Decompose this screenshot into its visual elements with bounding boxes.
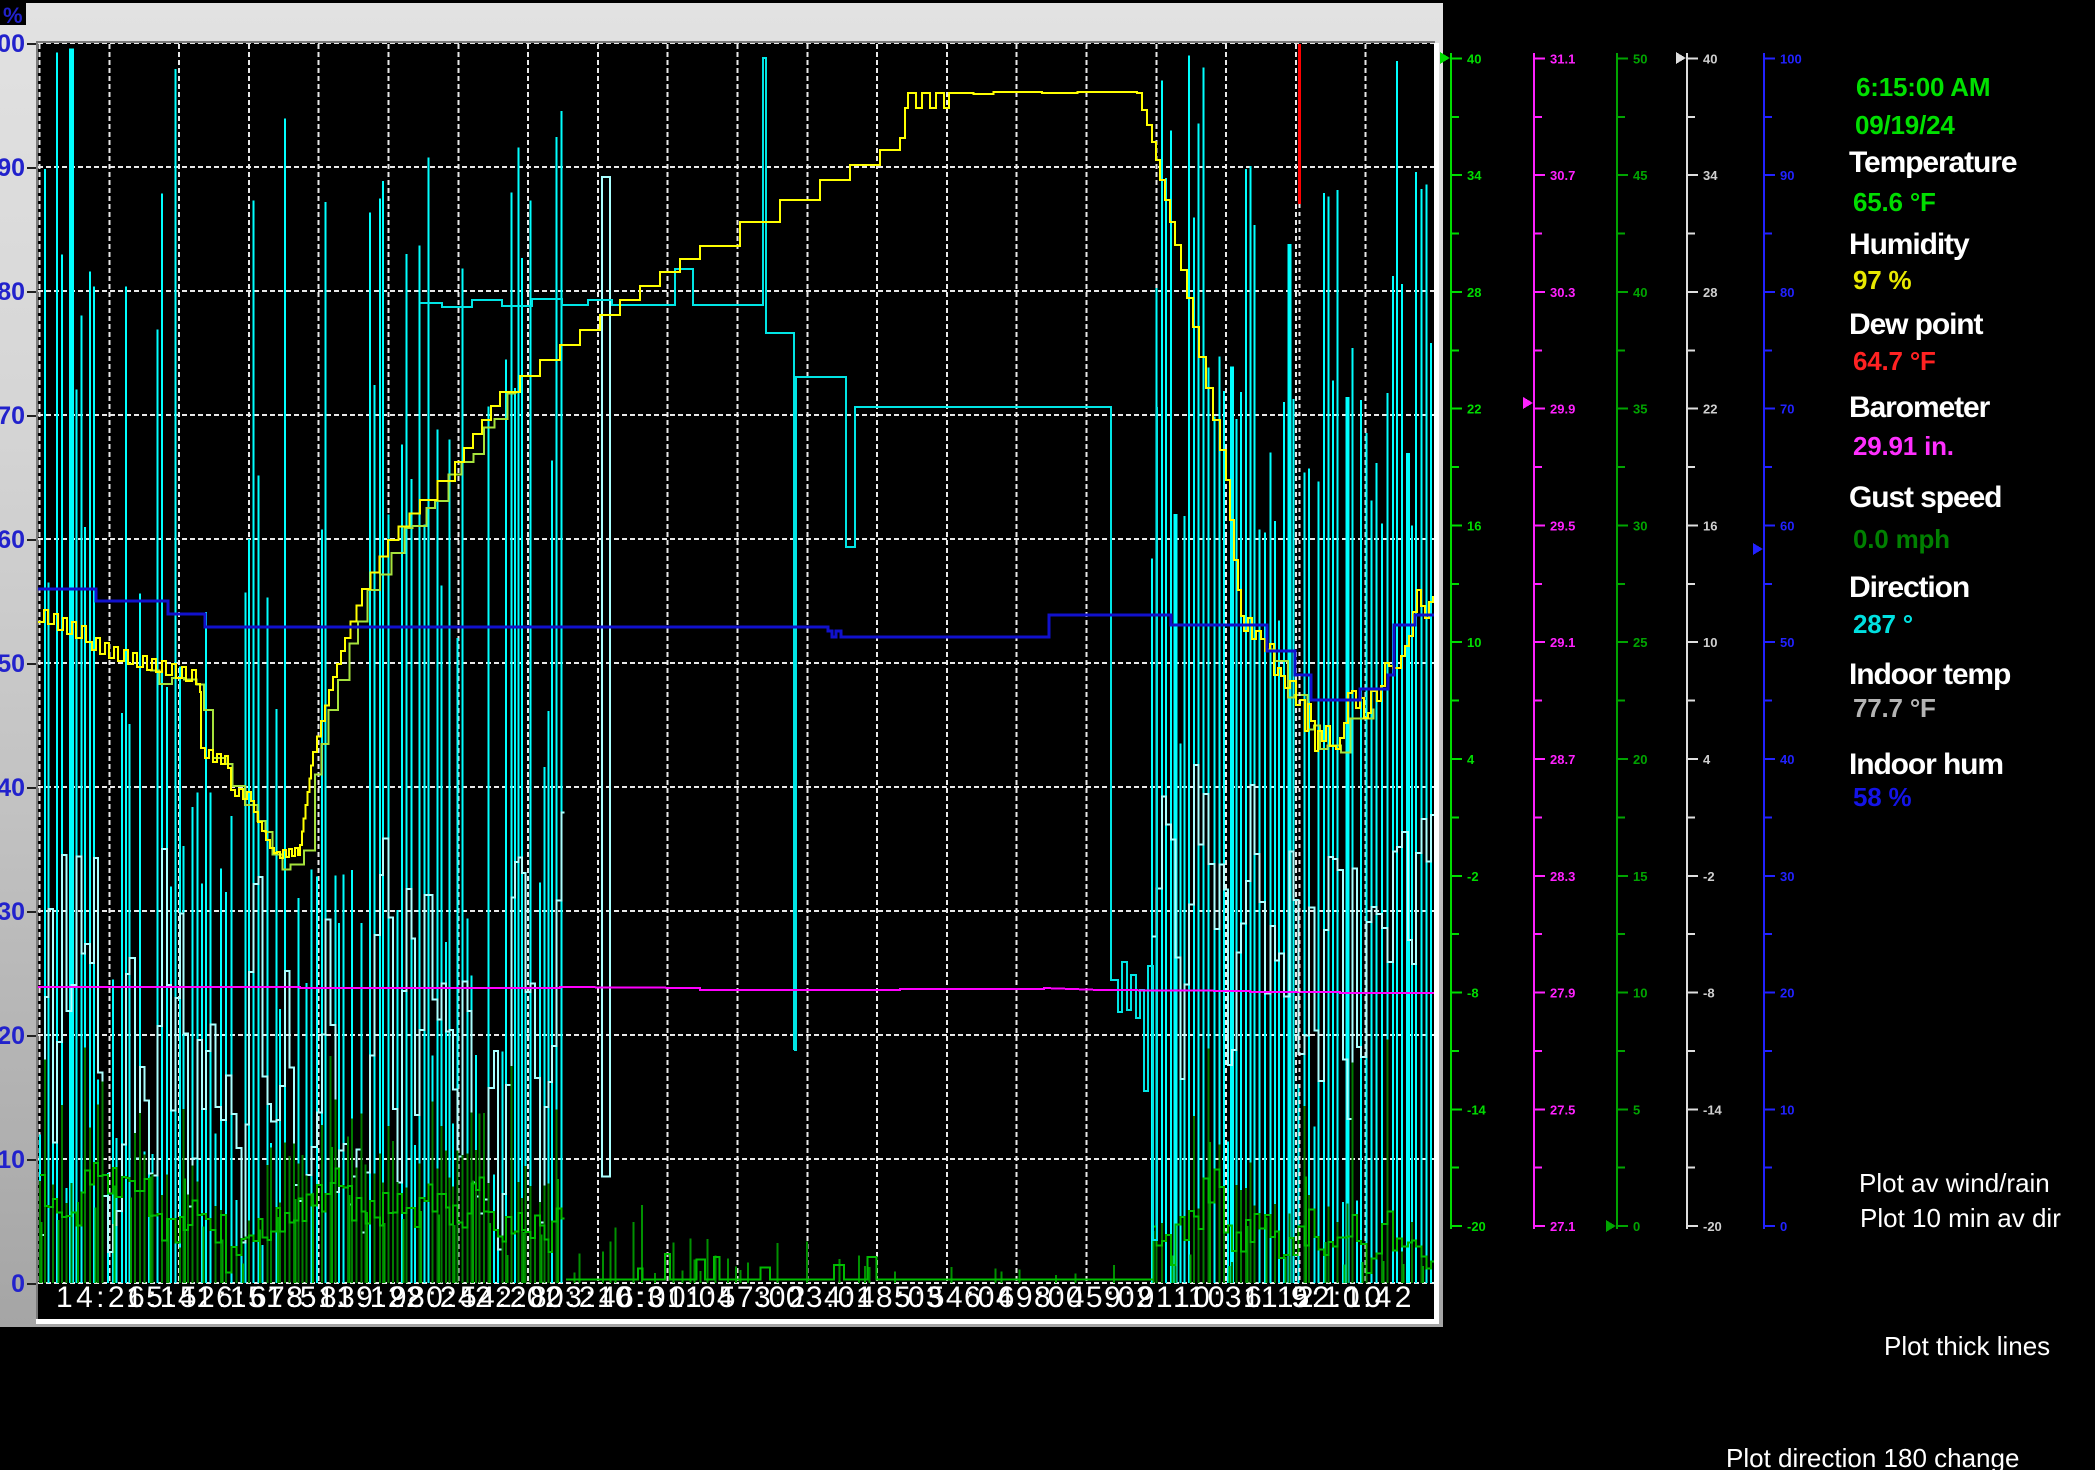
svg-text:50: 50: [1780, 635, 1794, 650]
svg-text:90: 90: [1780, 168, 1794, 183]
svg-text:28.3: 28.3: [1550, 869, 1575, 884]
svg-text:4: 4: [1703, 752, 1711, 767]
svg-text:16: 16: [1467, 519, 1481, 534]
svg-text:0: 0: [1633, 1219, 1640, 1234]
svg-text:-2: -2: [1467, 869, 1479, 884]
svg-text:40: 40: [1780, 752, 1794, 767]
svg-text:30.3: 30.3: [1550, 285, 1575, 300]
svg-text:-8: -8: [1467, 986, 1479, 1001]
svg-text:27.5: 27.5: [1550, 1102, 1575, 1117]
svg-text:-20: -20: [1467, 1219, 1486, 1234]
svg-text:22: 22: [1703, 402, 1717, 417]
svg-text:40: 40: [1703, 51, 1717, 66]
svg-text:10: 10: [1467, 635, 1481, 650]
svg-text:50: 50: [1633, 51, 1647, 66]
svg-text:29.5: 29.5: [1550, 519, 1575, 534]
svg-text:4: 4: [1467, 752, 1475, 767]
svg-text:29.1: 29.1: [1550, 635, 1575, 650]
svg-text:0: 0: [1780, 1219, 1787, 1234]
svg-text:40: 40: [1633, 285, 1647, 300]
svg-text:16: 16: [1703, 519, 1717, 534]
svg-text:5: 5: [1633, 1102, 1640, 1117]
svg-text:35: 35: [1633, 402, 1647, 417]
svg-text:25: 25: [1633, 635, 1647, 650]
svg-text:-20: -20: [1703, 1219, 1722, 1234]
svg-text:-14: -14: [1467, 1102, 1487, 1117]
svg-text:100: 100: [1780, 51, 1802, 66]
svg-text:70: 70: [1780, 402, 1794, 417]
svg-text:-14: -14: [1703, 1102, 1723, 1117]
svg-text:30.7: 30.7: [1550, 168, 1575, 183]
svg-text:22: 22: [1467, 402, 1481, 417]
svg-text:60: 60: [1780, 519, 1794, 534]
svg-text:10: 10: [1703, 635, 1717, 650]
svg-text:20: 20: [1780, 986, 1794, 1001]
svg-text:27.1: 27.1: [1550, 1219, 1575, 1234]
svg-text:10: 10: [1780, 1102, 1794, 1117]
svg-text:10: 10: [1633, 986, 1647, 1001]
svg-text:28: 28: [1467, 285, 1481, 300]
svg-text:29.9: 29.9: [1550, 402, 1575, 417]
svg-text:27.9: 27.9: [1550, 986, 1575, 1001]
svg-text:-8: -8: [1703, 986, 1715, 1001]
svg-text:34: 34: [1467, 168, 1482, 183]
svg-text:40: 40: [1467, 51, 1481, 66]
svg-text:30: 30: [1633, 519, 1647, 534]
svg-text:20: 20: [1633, 752, 1647, 767]
svg-text:31.1: 31.1: [1550, 51, 1575, 66]
svg-text:45: 45: [1633, 168, 1647, 183]
svg-text:28.7: 28.7: [1550, 752, 1575, 767]
svg-text:28: 28: [1703, 285, 1717, 300]
svg-text:-2: -2: [1703, 869, 1715, 884]
svg-text:80: 80: [1780, 285, 1794, 300]
svg-text:34: 34: [1703, 168, 1718, 183]
svg-text:30: 30: [1780, 869, 1794, 884]
svg-text:15: 15: [1633, 869, 1647, 884]
